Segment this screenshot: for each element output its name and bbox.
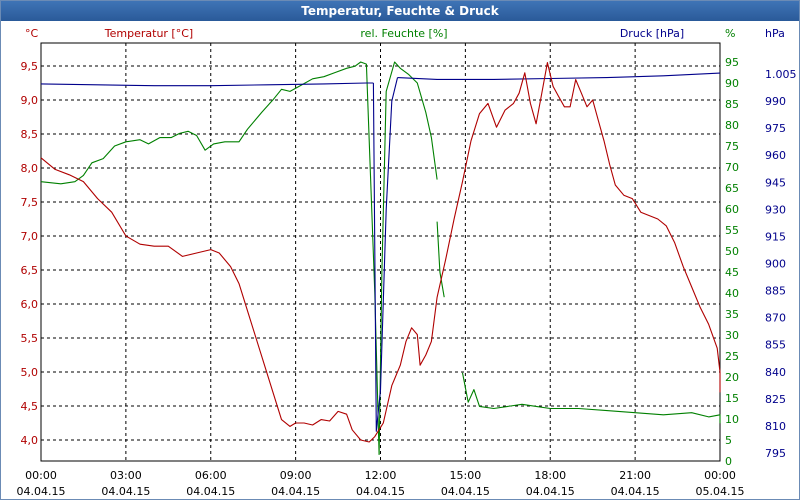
temperature-tick-label: 9,0 <box>21 94 39 107</box>
humidity-tick-label: 30 <box>725 329 739 342</box>
humidity-axis-title: rel. Feuchte [%] <box>360 27 447 40</box>
humidity-tick-label: 70 <box>725 161 739 174</box>
x-tick-date-label: 04.04.15 <box>271 485 320 498</box>
humidity-tick-label: 80 <box>725 119 739 132</box>
pressure-tick-label: 960 <box>765 149 786 162</box>
temperature-tick-label: 4,5 <box>21 400 39 413</box>
temperature-tick-label: 8,5 <box>21 128 39 141</box>
temperature-axis-title: Temperatur [°C] <box>104 27 193 40</box>
temperature-unit-label: °C <box>25 27 39 40</box>
humidity-tick-label: 20 <box>725 371 739 384</box>
humidity-tick-label: 5 <box>725 434 732 447</box>
humidity-tick-label: 65 <box>725 182 739 195</box>
x-tick-date-label: 04.04.15 <box>17 485 66 498</box>
pressure-unit-label: hPa <box>765 27 785 40</box>
humidity-tick-label: 15 <box>725 392 739 405</box>
pressure-tick-label: 990 <box>765 95 786 108</box>
pressure-tick-label: 870 <box>765 312 786 325</box>
humidity-tick-label: 35 <box>725 308 739 321</box>
pressure-tick-label: 915 <box>765 230 786 243</box>
x-tick-time-label: 00:00 <box>25 469 57 482</box>
x-tick-time-label: 09:00 <box>280 469 312 482</box>
chart-title: Temperatur, Feuchte & Druck <box>301 4 499 18</box>
temperature-tick-label: 7,5 <box>21 196 39 209</box>
temperature-tick-label: 5,5 <box>21 332 39 345</box>
pressure-axis-title: Druck [hPa] <box>620 27 684 40</box>
pressure-tick-label: 795 <box>765 447 786 460</box>
x-tick-date-label: 04.04.15 <box>186 485 235 498</box>
x-tick-time-label: 03:00 <box>110 469 142 482</box>
humidity-tick-label: 45 <box>725 266 739 279</box>
temperature-tick-label: 7,0 <box>21 230 39 243</box>
x-tick-date-label: 04.04.15 <box>526 485 575 498</box>
x-tick-date-label: 04.04.15 <box>611 485 660 498</box>
humidity-tick-label: 95 <box>725 56 739 69</box>
x-tick-time-label: 06:00 <box>195 469 227 482</box>
x-tick-date-label: 05.04.15 <box>696 485 745 498</box>
x-tick-date-label: 04.04.15 <box>101 485 150 498</box>
pressure-tick-label: 840 <box>765 366 786 379</box>
humidity-tick-label: 55 <box>725 224 739 237</box>
humidity-tick-label: 40 <box>725 287 739 300</box>
temperature-tick-label: 5,0 <box>21 366 39 379</box>
title-bar: Temperatur, Feuchte & Druck <box>1 1 799 21</box>
chart-window: Temperatur, Feuchte & Druck °C Temperatur… <box>0 0 800 500</box>
x-tick-time-label: 18:00 <box>534 469 566 482</box>
humidity-tick-label: 60 <box>725 203 739 216</box>
humidity-tick-label: 0 <box>725 455 732 468</box>
x-tick-date-label: 04.04.15 <box>356 485 405 498</box>
humidity-tick-label: 85 <box>725 98 739 111</box>
humidity-tick-label: 25 <box>725 350 739 363</box>
x-tick-date-label: 04.04.15 <box>441 485 490 498</box>
humidity-tick-label: 10 <box>725 413 739 426</box>
pressure-tick-label: 885 <box>765 285 786 298</box>
humidity-unit-label: % <box>725 27 735 40</box>
temperature-tick-label: 4,0 <box>21 434 39 447</box>
pressure-tick-label: 975 <box>765 122 786 135</box>
x-tick-time-label: 12:00 <box>365 469 397 482</box>
pressure-tick-label: 945 <box>765 176 786 189</box>
chart-svg: °C Temperatur [°C] rel. Feuchte [%] Druck [… <box>17 27 797 498</box>
humidity-tick-label: 75 <box>725 140 739 153</box>
temperature-tick-label: 8,0 <box>21 162 39 175</box>
temperature-tick-label: 6,5 <box>21 264 39 277</box>
pressure-tick-label: 825 <box>765 393 786 406</box>
pressure-tick-label: 1.005 <box>765 68 797 81</box>
x-tick-time-label: 15:00 <box>450 469 482 482</box>
humidity-tick-label: 50 <box>725 245 739 258</box>
humidity-tick-label: 90 <box>725 77 739 90</box>
pressure-tick-label: 930 <box>765 203 786 216</box>
pressure-tick-label: 900 <box>765 258 786 271</box>
x-tick-time-label: 21:00 <box>619 469 651 482</box>
pressure-tick-label: 810 <box>765 420 786 433</box>
pressure-tick-label: 855 <box>765 339 786 352</box>
temperature-tick-label: 6,0 <box>21 298 39 311</box>
temperature-tick-label: 9,5 <box>21 60 39 73</box>
x-tick-time-label: 00:00 <box>704 469 736 482</box>
